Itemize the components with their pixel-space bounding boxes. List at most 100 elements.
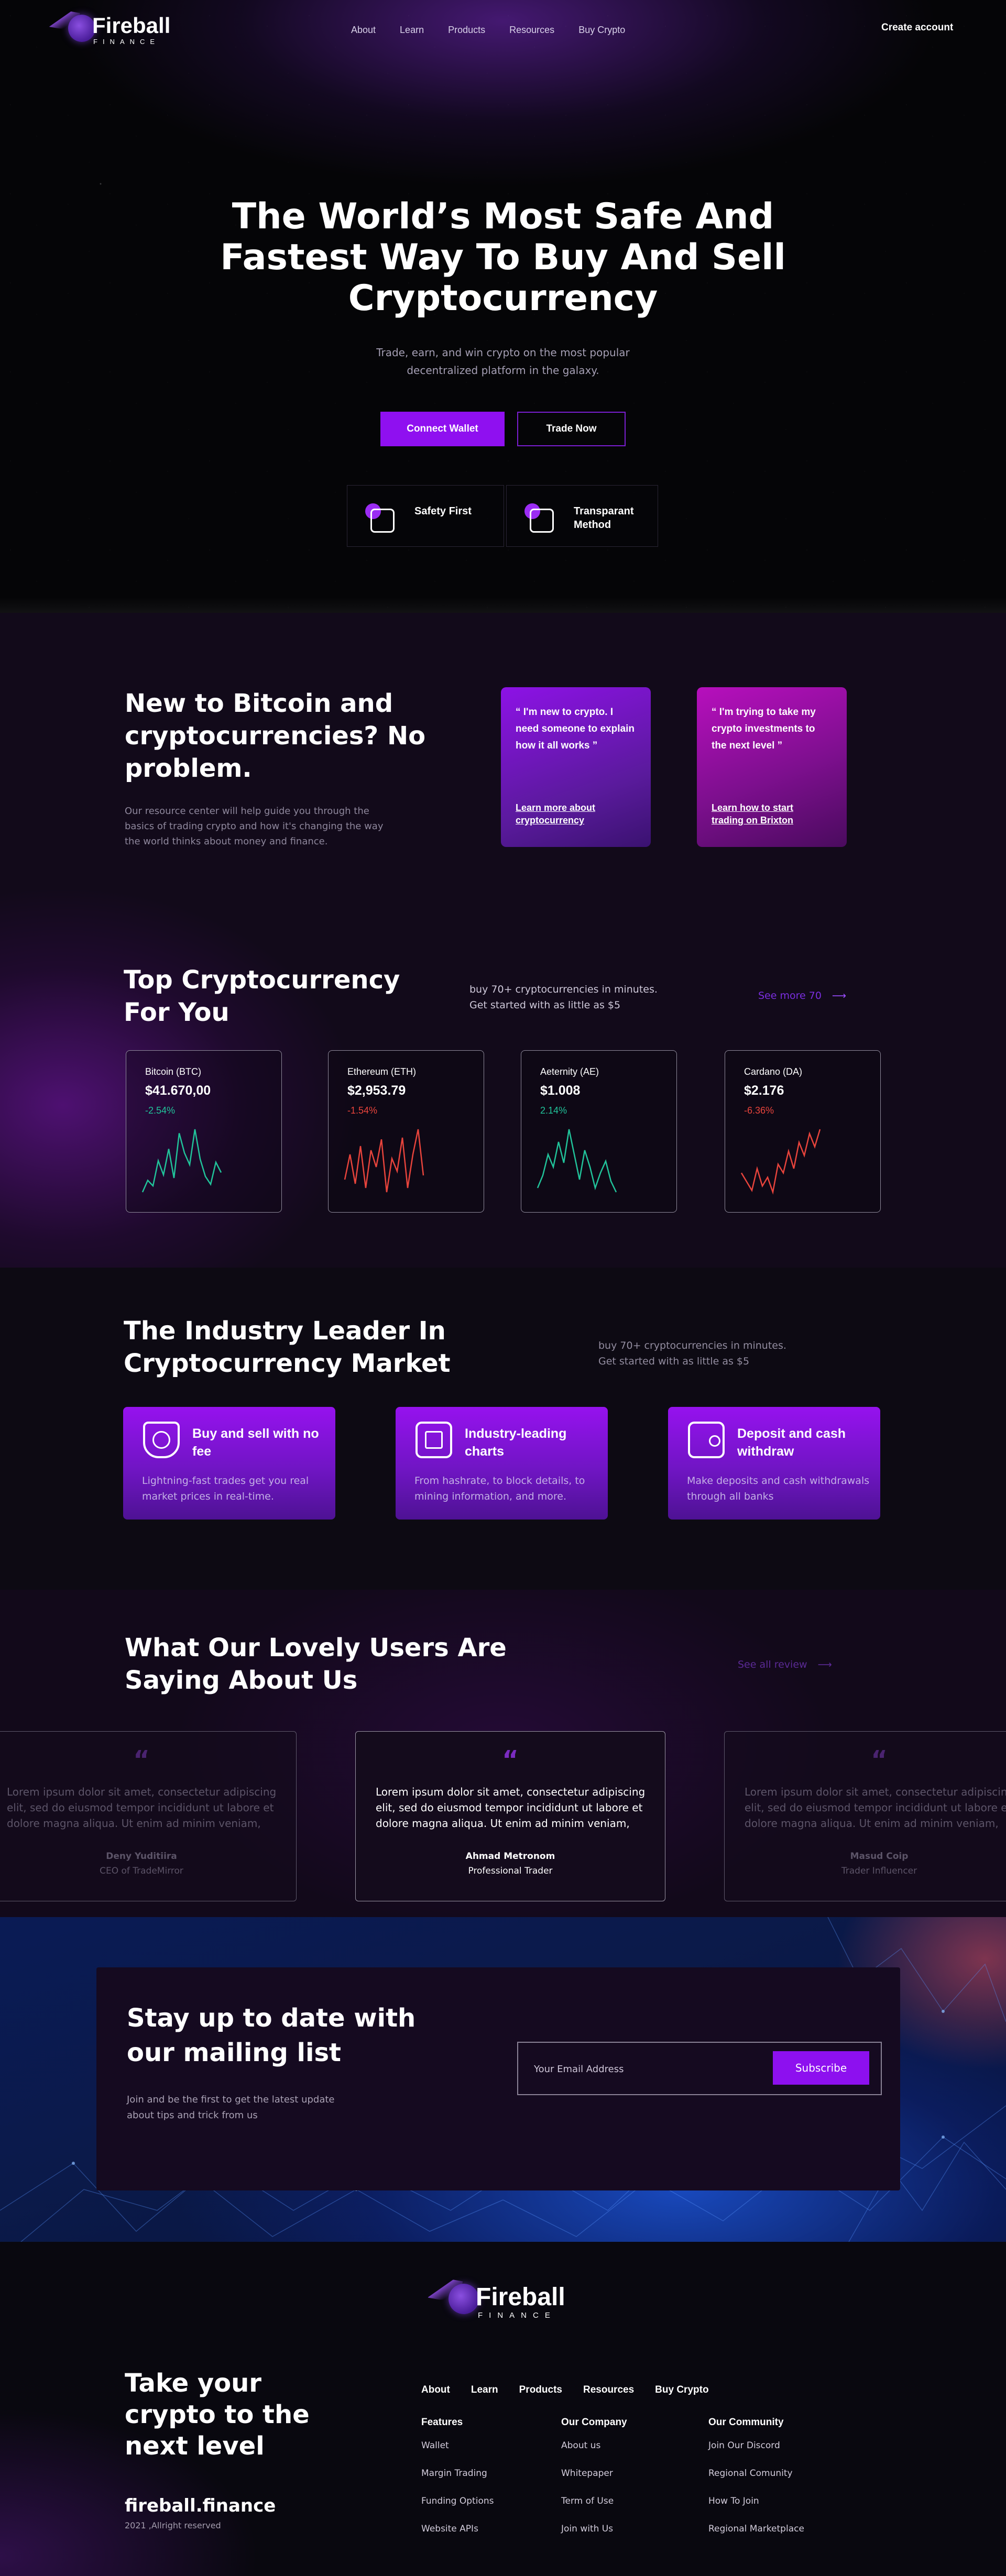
footer-link[interactable]: Website APIs [421, 2523, 494, 2551]
hero-section: Fireball FINANCE About Learn Products Re… [0, 0, 1006, 613]
footer-link[interactable]: Term of Use [561, 2495, 627, 2523]
quote-text: “ I'm trying to take my crypto investmen… [712, 707, 816, 751]
coin-price: $2.176 [744, 1083, 784, 1098]
wallet-icon [688, 1422, 725, 1458]
shopping-bag-icon [143, 1422, 180, 1458]
footer-link[interactable]: Whitepaper [561, 2468, 627, 2495]
subscribe-button[interactable]: Subscribe [773, 2051, 869, 2085]
coin-price: $2,953.79 [347, 1083, 406, 1098]
brand-name: Fireball [92, 13, 171, 38]
footer-link-buy-crypto[interactable]: Buy Crypto [655, 2384, 708, 2396]
footer-link[interactable]: Regional Marketplace [708, 2523, 804, 2551]
intro-title: New to Bitcoin and cryptocurrencies? No … [125, 689, 426, 783]
learn-trading-link[interactable]: Learn how to start trading on Brixton [712, 801, 827, 827]
testimonial-name: Deny Yuditiira [106, 1851, 177, 1862]
connect-wallet-button[interactable]: Connect Wallet [380, 412, 505, 446]
top-crypto-subtitle: buy 70+ cryptocurrencies in minutes. Get… [469, 984, 658, 1011]
feature-card-safety: Safety First [347, 485, 504, 547]
feature-label: Transparant Method [574, 505, 634, 531]
sparkline-series [740, 1129, 821, 1195]
arrow-right-icon: ⟶ [817, 1659, 832, 1670]
create-account-link[interactable]: Create account [881, 22, 953, 34]
footer-column-features: Features Wallet Margin Trading Funding O… [421, 2417, 494, 2551]
industry-card-charts[interactable]: Industry-leading charts From hashrate, t… [396, 1407, 608, 1520]
intro-section: New to Bitcoin and cryptocurrencies? No … [0, 613, 1006, 1268]
testimonial-role: Professional Trader [468, 1866, 553, 1876]
footer-link[interactable]: Regional Comunity [708, 2468, 804, 2495]
quote-card-new[interactable]: “ I'm new to crypto. I need someone to e… [501, 687, 651, 847]
footer-link-about[interactable]: About [421, 2384, 450, 2396]
safe-icon [365, 503, 395, 533]
coin-name: Aeternity (AE) [540, 1066, 599, 1077]
coin-card[interactable]: Ethereum (ETH) $2,953.79 -1.54% [328, 1050, 484, 1213]
testimonial-text: Lorem ipsum dolor sit amet, consectetur … [7, 1786, 277, 1830]
brand-logo[interactable]: Fireball FINANCE [49, 8, 181, 48]
quote-mark-icon: “ [133, 1745, 150, 1775]
coin-change: -2.54% [145, 1105, 176, 1116]
nav-link-about[interactable]: About [351, 25, 376, 36]
trade-now-button[interactable]: Trade Now [517, 412, 626, 446]
sparkline-chart [740, 1129, 821, 1195]
footer-link[interactable]: Wallet [421, 2440, 494, 2468]
nav-link-resources[interactable]: Resources [509, 25, 554, 36]
coin-card[interactable]: Bitcoin (BTC) $41.670,00 -2.54% [126, 1050, 282, 1213]
footer-link[interactable]: How To Join [708, 2495, 804, 2523]
fireball-icon [68, 15, 95, 42]
sparkline-series [537, 1129, 617, 1193]
industry-section: The Industry Leader In Cryptocurrency Ma… [0, 1268, 1006, 1590]
footer-nav: About Learn Products Resources Buy Crypt… [421, 2384, 709, 2396]
quote-mark-icon: “ [502, 1745, 519, 1775]
testimonial-card: “ Lorem ipsum dolor sit amet, consectetu… [724, 1731, 1006, 1901]
coin-name: Bitcoin (BTC) [145, 1066, 202, 1077]
quote-text: “ I'm new to crypto. I need someone to e… [516, 707, 635, 751]
testimonial-text: Lorem ipsum dolor sit amet, consectetur … [745, 1786, 1006, 1830]
footer-link[interactable]: Join Our Discord [708, 2440, 804, 2468]
copyright-text: 2021 ,Allright reserved [125, 2520, 221, 2530]
testimonial-text: Lorem ipsum dolor sit amet, consectetur … [376, 1786, 646, 1830]
document-icon [524, 503, 554, 533]
industry-card-no-fee[interactable]: Buy and sell with no fee Lightning-fast … [123, 1407, 335, 1520]
coin-card[interactable]: Aeternity (AE) $1.008 2.14% [521, 1050, 677, 1213]
testimonial-name: Masud Coip [850, 1851, 909, 1862]
brand-tagline: FINANCE [478, 2311, 556, 2320]
quote-card-advanced[interactable]: “ I'm trying to take my crypto investmen… [697, 687, 847, 847]
footer-link[interactable]: Margin Trading [421, 2468, 494, 2495]
nav-links: About Learn Products Resources Buy Crypt… [351, 25, 625, 36]
footer-tagline: Take your crypto to the next level [125, 2369, 310, 2461]
footer-link[interactable]: Join with Us [561, 2523, 627, 2551]
footer-link[interactable]: About us [561, 2440, 627, 2468]
industry-card-deposit[interactable]: Deposit and cash withdraw Make deposits … [668, 1407, 880, 1520]
nav-link-buy-crypto[interactable]: Buy Crypto [578, 25, 625, 36]
see-all-review-link[interactable]: See all review ⟶ [738, 1659, 832, 1670]
email-input[interactable] [534, 2058, 759, 2079]
nav-link-learn[interactable]: Learn [400, 25, 424, 36]
coin-card[interactable]: Cardano (DA) $2.176 -6.36% [725, 1050, 881, 1213]
footer-link-products[interactable]: Products [519, 2384, 562, 2396]
industry-card-text: From hashrate, to block details, to mini… [414, 1475, 585, 1502]
footer-link[interactable]: Funding Options [421, 2495, 494, 2523]
see-more-link[interactable]: See more 70 ⟶ [758, 990, 846, 1001]
nav-link-products[interactable]: Products [448, 25, 485, 36]
testimonial-card: “ Lorem ipsum dolor sit amet, consectetu… [355, 1731, 665, 1901]
footer-column-title: Our Community [708, 2417, 784, 2428]
sparkline-series [141, 1129, 222, 1193]
footer: Fireball FINANCE Take your crypto to the… [0, 2242, 1006, 2576]
subscribe-form: Subscribe [517, 2042, 882, 2095]
footer-brand-logo[interactable]: Fireball FINANCE [428, 2274, 585, 2321]
testimonial-role: CEO of TradeMirror [100, 1866, 183, 1876]
industry-card-title: Buy and sell with no fee [192, 1426, 319, 1459]
learn-more-link[interactable]: Learn more about cryptocurrency [516, 801, 631, 827]
footer-link-learn[interactable]: Learn [471, 2384, 498, 2396]
sparkline-chart [141, 1129, 222, 1193]
coin-change: -6.36% [744, 1105, 774, 1116]
brand-tagline: FINANCE [93, 38, 160, 46]
footer-link-resources[interactable]: Resources [583, 2384, 634, 2396]
footer-column-title: Features [421, 2417, 463, 2428]
hero-subtitle: Trade, earn, and win crypto on the most … [376, 346, 630, 377]
coin-price: $1.008 [540, 1083, 581, 1098]
testimonials-title: What Our Lovely Users Are Saying About U… [125, 1633, 507, 1695]
footer-domain[interactable]: fireball.finance [125, 2495, 276, 2516]
coin-change: 2.14% [540, 1105, 567, 1116]
sparkline-chart [537, 1129, 617, 1193]
industry-card-text: Lightning-fast trades get you real marke… [142, 1475, 309, 1502]
